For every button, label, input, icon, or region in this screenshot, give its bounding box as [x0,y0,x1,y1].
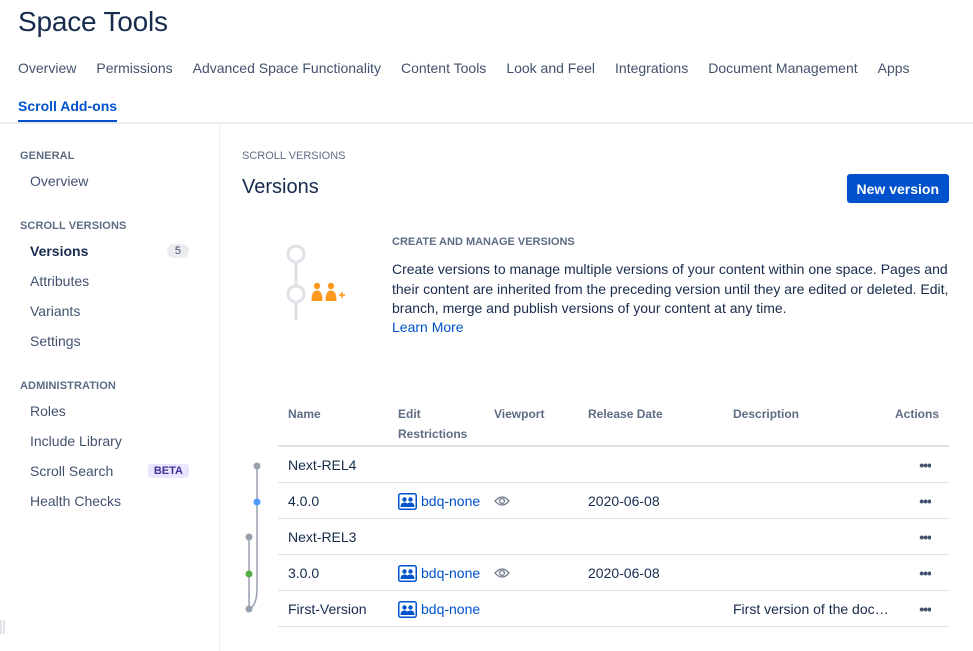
restriction-label: bdq-none [421,601,481,617]
version-tree-graph [245,462,261,613]
user-group-icon [398,564,417,582]
table-row: 4.0.0 bdq-none 2020-06-08 ••• [278,483,949,519]
table-header: Name Edit Restrictions Viewport Release … [278,400,949,447]
row-actions-menu[interactable]: ••• [919,555,931,591]
column-header-actions: Actions [894,407,939,421]
new-version-button[interactable]: New version [846,174,949,203]
intro-text: Create versions to manage multiple versi… [392,261,949,316]
sidebar-item-label: Overview [30,173,89,189]
versions-table: Name Edit Restrictions Viewport Release … [278,400,949,627]
edit-restriction-link[interactable]: bdq-none [398,591,480,627]
versions-count-badge: 5 [166,244,189,258]
column-header-name: Name [288,407,321,421]
tab-scroll-add-ons[interactable]: Scroll Add-ons [18,98,118,122]
resize-handle-icon[interactable] [0,620,6,634]
table-row: First-Version bdq-none First version of th… [278,591,949,627]
version-name[interactable]: Next-REL3 [288,519,356,555]
row-actions-menu[interactable]: ••• [919,483,931,519]
column-header-release-date: Release Date [588,407,663,421]
tree-node-4-0-0 [253,498,261,506]
row-actions-menu[interactable]: ••• [919,519,931,555]
tree-node-next-rel3 [245,533,253,541]
learn-more-link[interactable]: Learn More [392,319,464,335]
sidebar-item-label: Versions [30,243,89,259]
tab-look-and-feel[interactable]: Look and Feel [506,60,595,76]
table-body: Next-REL4 ••• 4.0.0 bdq-none 2020-06-08 ••• Ne… [278,447,949,627]
section-title: Versions [242,176,319,198]
tab-advanced-space-functionality[interactable]: Advanced Space Functionality [193,60,381,76]
viewport-toggle[interactable] [494,555,510,591]
beta-badge: BETA [147,464,189,478]
nav-row-primary: Overview Permissions Advanced Space Func… [18,58,973,78]
edit-restriction-link[interactable]: bdq-none [398,483,480,519]
space-tools-nav: Overview Permissions Advanced Space Func… [18,58,973,122]
nav-row-secondary: Scroll Add-ons [18,96,973,122]
table-row: Next-REL3 ••• [278,519,949,555]
more-actions-icon: ••• [919,529,931,545]
sidebar-heading-general: GENERAL [20,150,75,162]
restriction-label: bdq-none [421,565,481,581]
tree-node-3-0-0 [245,570,253,578]
sidebar: GENERAL Overview SCROLL VERSIONS Version… [0,124,220,651]
tab-integrations[interactable]: Integrations [615,60,688,76]
row-actions-menu[interactable]: ••• [919,447,931,483]
version-name[interactable]: Next-REL4 [288,447,356,483]
sidebar-item-overview[interactable]: Overview [30,171,189,191]
more-actions-icon: ••• [919,601,931,617]
sidebar-item-attributes[interactable]: Attributes [30,271,189,291]
edit-restriction-link[interactable]: bdq-none [398,555,480,591]
tree-node-next-rel4 [253,462,261,470]
sidebar-item-variants[interactable]: Variants [30,301,189,321]
sidebar-item-label: Roles [30,403,66,419]
sidebar-item-versions[interactable]: Versions 5 [30,241,189,261]
sidebar-item-label: Variants [30,303,81,319]
table-row: Next-REL4 ••• [278,447,949,483]
version-name[interactable]: 4.0.0 [288,483,319,519]
more-actions-icon: ••• [919,565,931,581]
sidebar-heading-scroll-versions: SCROLL VERSIONS [20,220,127,232]
sidebar-item-roles[interactable]: Roles [30,401,189,421]
viewport-toggle[interactable] [494,483,510,519]
tab-content-tools[interactable]: Content Tools [401,60,486,76]
column-header-edit-restrictions: Edit Restrictions [398,404,467,444]
sidebar-item-label: Scroll Search [30,463,114,479]
restriction-label: bdq-none [421,493,481,509]
table-row: 3.0.0 bdq-none 2020-06-08 ••• [278,555,949,591]
eye-icon [494,496,510,506]
intro-heading: CREATE AND MANAGE VERSIONS [392,236,575,248]
sidebar-item-label: Include Library [30,433,122,449]
breadcrumb: SCROLL VERSIONS [242,150,346,162]
sidebar-item-scroll-search[interactable]: Scroll Search BETA [30,461,189,481]
tab-apps[interactable]: Apps [878,60,910,76]
user-group-icon [398,492,417,510]
release-date: 2020-06-08 [588,565,660,581]
more-actions-icon: ••• [919,493,931,509]
version-name[interactable]: First-Version [288,591,367,627]
sidebar-item-label: Health Checks [30,493,122,509]
tree-node-first-version [245,605,253,613]
sidebar-item-include-library[interactable]: Include Library [30,431,189,451]
sidebar-item-label: Settings [30,333,81,349]
sidebar-heading-administration: ADMINISTRATION [20,380,116,392]
tab-document-management[interactable]: Document Management [708,60,857,76]
column-header-edit-line1: Edit [398,407,421,421]
row-actions-menu[interactable]: ••• [919,591,931,627]
sidebar-item-label: Attributes [30,273,90,289]
version-name[interactable]: 3.0.0 [288,555,319,591]
eye-icon [494,568,510,578]
sidebar-item-settings[interactable]: Settings [30,331,189,351]
page-title: Space Tools [18,6,168,37]
user-group-icon [398,600,417,618]
version-description: First version of the doc… [733,601,889,617]
tab-permissions[interactable]: Permissions [96,60,172,76]
column-header-description: Description [733,407,800,421]
release-date: 2020-06-08 [588,493,660,509]
intro-panel: CREATE AND MANAGE VERSIONS Create versio… [392,236,952,337]
column-header-viewport: Viewport [494,407,545,421]
versions-illustration-icon [286,244,345,320]
column-header-edit-line2: Restrictions [398,427,468,441]
tab-overview[interactable]: Overview [18,60,76,76]
sidebar-item-health-checks[interactable]: Health Checks [30,491,189,511]
more-actions-icon: ••• [919,457,931,473]
